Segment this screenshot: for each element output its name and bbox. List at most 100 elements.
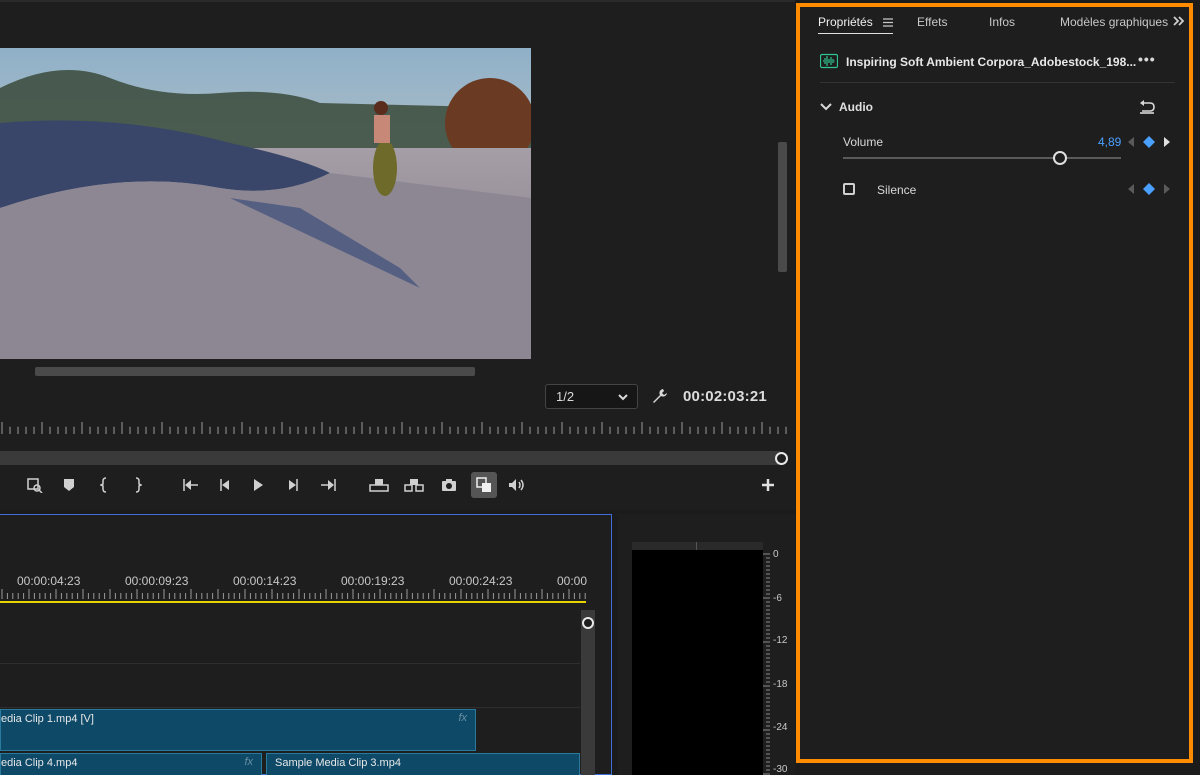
- play-button[interactable]: [245, 472, 271, 498]
- lift-button[interactable]: [366, 472, 392, 498]
- timecode-label: 00:00:24:23: [449, 574, 513, 588]
- go-to-in-button[interactable]: [178, 472, 204, 498]
- extract-button[interactable]: [401, 472, 427, 498]
- extract-icon: [404, 479, 424, 492]
- lift-icon: [369, 479, 389, 492]
- mark-in-icon: [100, 477, 107, 493]
- reset-icon[interactable]: [1138, 99, 1156, 115]
- mark-out-button[interactable]: [124, 472, 150, 498]
- timecode-label: 00:00:09:23: [125, 574, 189, 588]
- properties-panel: Propriétés Effets Infos Modèles graphiqu…: [796, 3, 1193, 763]
- zoom-frame-icon: [27, 478, 43, 493]
- track-separator: [0, 707, 580, 708]
- marker-icon: [64, 479, 74, 491]
- db-label: -12: [773, 635, 788, 646]
- silence-checkbox[interactable]: [843, 183, 855, 195]
- timeline-ruler[interactable]: [0, 589, 588, 601]
- fx-badge: fx: [244, 756, 253, 768]
- video-preview[interactable]: [0, 48, 531, 359]
- waveform-icon: [820, 53, 838, 69]
- volume-slider-thumb[interactable]: [1052, 151, 1067, 165]
- active-tab-indicator: [818, 33, 893, 34]
- timecode-label: 00:00:19:23: [341, 574, 405, 588]
- db-label: -30: [773, 764, 788, 775]
- clip-name: Inspiring Soft Ambient Corpora_Adobestoc…: [846, 55, 1137, 69]
- previous-keyframe-icon[interactable]: [1128, 184, 1134, 194]
- clip-label: edia Clip 1.mp4 [V]: [1, 713, 94, 725]
- monitor-time-ruler[interactable]: [0, 422, 790, 438]
- chevron-down-icon[interactable]: [820, 102, 832, 112]
- timeline-panel[interactable]: 00:00:04:23 00:00:09:23 00:00:14:23 00:0…: [0, 514, 612, 775]
- meter-channel-divider: [696, 542, 697, 550]
- timecode-label: 00:00: [557, 574, 588, 588]
- monitor-horizontal-scrollbar[interactable]: [35, 367, 475, 376]
- track-separator: [0, 663, 580, 664]
- timeline-clip-video[interactable]: Sample Media Clip 3.mp4: [266, 753, 580, 775]
- comparison-view-button[interactable]: [471, 472, 497, 498]
- next-keyframe-icon[interactable]: [1164, 137, 1170, 147]
- play-icon: [254, 479, 263, 491]
- timeline-vertical-scrollbar[interactable]: [581, 610, 595, 775]
- button-editor-add-button[interactable]: [755, 472, 781, 498]
- next-keyframe-icon[interactable]: [1164, 184, 1170, 194]
- db-label: -24: [773, 722, 788, 733]
- clip-label: edia Clip 4.mp4: [1, 757, 78, 769]
- keyframe-icon[interactable]: [1143, 136, 1155, 148]
- tab-graphic-templates[interactable]: Modèles graphiques: [1060, 15, 1168, 29]
- tab-info[interactable]: Infos: [989, 15, 1015, 29]
- step-back-button[interactable]: [212, 472, 238, 498]
- speaker-icon: [509, 479, 524, 491]
- step-forward-icon: [289, 479, 298, 491]
- mark-in-button[interactable]: [92, 472, 118, 498]
- selected-clip-header: Inspiring Soft Ambient Corpora_Adobestoc…: [820, 51, 1180, 73]
- audio-meter-panel: 0 -6 -12 -18 -24 -30: [618, 514, 795, 775]
- db-label: -6: [773, 593, 782, 604]
- db-label: 0: [773, 549, 779, 560]
- comparison-icon: [476, 477, 491, 492]
- go-to-out-button[interactable]: [315, 472, 341, 498]
- tab-effects[interactable]: Effets: [917, 15, 947, 29]
- playhead-timecode[interactable]: 00:02:03:21: [683, 388, 767, 405]
- timeline-clip-video[interactable]: edia Clip 1.mp4 [V] fx: [0, 709, 476, 751]
- previous-keyframe-icon[interactable]: [1128, 137, 1134, 147]
- go-to-mark-button[interactable]: [22, 472, 48, 498]
- timeline-scroll-handle[interactable]: [582, 617, 594, 629]
- clip-label: Sample Media Clip 3.mp4: [275, 757, 401, 769]
- transport-controls: [0, 472, 795, 498]
- volume-label: Volume: [843, 135, 884, 149]
- keyframe-icon[interactable]: [1143, 183, 1155, 195]
- volume-value[interactable]: 4,89: [1098, 135, 1121, 149]
- step-forward-button[interactable]: [280, 472, 306, 498]
- go-to-out-icon: [321, 479, 336, 491]
- export-frame-button[interactable]: [436, 472, 462, 498]
- plus-icon: [762, 479, 774, 491]
- monitor-vertical-scrollbar[interactable]: [778, 142, 787, 272]
- header-divider: [820, 82, 1175, 83]
- double-chevron-icon[interactable]: [1173, 15, 1185, 27]
- menu-icon[interactable]: [883, 18, 893, 27]
- monitor-playbar[interactable]: [0, 451, 780, 465]
- timeline-clip-video[interactable]: edia Clip 4.mp4 fx: [0, 753, 262, 775]
- more-icon[interactable]: •••: [1138, 51, 1156, 67]
- section-title: Audio: [839, 100, 873, 114]
- timecode-label: 00:00:04:23: [17, 574, 81, 588]
- go-to-in-icon: [183, 479, 198, 491]
- volume-slider[interactable]: [843, 157, 1121, 159]
- add-marker-button[interactable]: [56, 472, 82, 498]
- silence-label: Silence: [877, 183, 917, 197]
- timecode-label: 00:00:14:23: [233, 574, 297, 588]
- audio-button[interactable]: [504, 472, 530, 498]
- resolution-value: 1/2: [556, 389, 575, 404]
- work-area-bar[interactable]: [0, 601, 586, 603]
- tab-properties[interactable]: Propriétés: [818, 15, 873, 29]
- camera-icon: [442, 479, 456, 491]
- mark-out-icon: [135, 477, 142, 493]
- playbar-handle[interactable]: [775, 452, 788, 465]
- step-back-icon: [220, 479, 229, 491]
- wrench-icon[interactable]: [652, 388, 668, 404]
- program-monitor: 1/2 00:02:03:21: [0, 0, 795, 510]
- db-label: -18: [773, 679, 788, 690]
- playback-resolution-dropdown[interactable]: 1/2: [545, 384, 638, 409]
- chevron-down-icon: [618, 394, 628, 401]
- audio-meter: [632, 542, 763, 775]
